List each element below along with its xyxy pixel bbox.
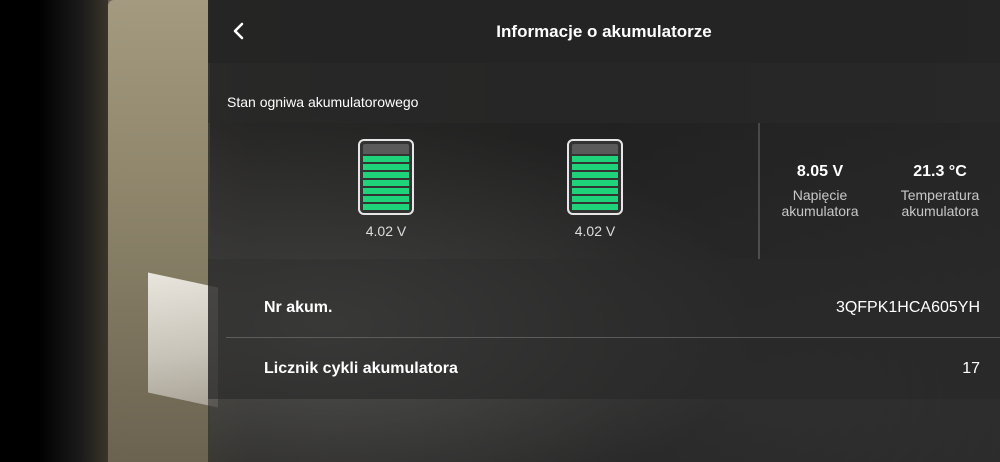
bottom-area — [208, 399, 1000, 462]
temperature-label: Temperatura akumulatora — [900, 187, 980, 219]
battery-cap — [572, 144, 618, 154]
battery-bar — [363, 156, 409, 162]
battery-bar — [363, 196, 409, 202]
cell-voltage: 4.02 V — [365, 223, 407, 239]
chevron-left-icon — [233, 22, 244, 40]
camera-left-wall — [108, 0, 210, 462]
voltage-stat: 8.05 V Napięcie akumulatora — [760, 163, 880, 219]
battery-bar — [363, 188, 409, 194]
section-label: Stan ogniwa akumulatorowego — [227, 94, 419, 110]
battery-info-panel: Informacje o akumulatorze Stan ogniwa ak… — [208, 0, 1000, 462]
serial-key: Nr akum. — [264, 299, 333, 316]
battery-cell-1: 4.02 V — [346, 139, 426, 239]
voltage-label: Napięcie akumulatora — [781, 187, 859, 219]
left-screen-edge — [0, 0, 38, 462]
battery-bar — [363, 172, 409, 178]
battery-bar — [572, 172, 618, 178]
battery-bars — [363, 156, 409, 210]
back-button[interactable] — [224, 16, 254, 46]
temperature-value: 21.3 °C — [913, 163, 967, 180]
battery-bar — [363, 164, 409, 170]
left-shade — [38, 0, 108, 462]
serial-row: Nr akum. 3QFPK1HCA605YH — [226, 277, 1000, 339]
battery-bar — [572, 156, 618, 162]
battery-bar — [363, 204, 409, 210]
cycles-key: Licznik cykli akumulatora — [264, 360, 458, 377]
battery-bar — [363, 180, 409, 186]
battery-bar — [572, 196, 618, 202]
page-title: Informacje o akumulatorze — [496, 22, 712, 41]
panel-header: Informacje o akumulatorze — [208, 0, 1000, 63]
battery-cell-icon — [358, 139, 414, 215]
battery-bar — [572, 164, 618, 170]
battery-bar — [572, 188, 618, 194]
battery-bar — [572, 180, 618, 186]
stats-area: 8.05 V Napięcie akumulatora 21.3 °C Temp… — [760, 123, 1000, 259]
temperature-stat: 21.3 °C Temperatura akumulatora — [880, 163, 1000, 219]
cycles-row: Licznik cykli akumulatora 17 — [226, 338, 1000, 400]
battery-bar — [572, 204, 618, 210]
section-header-bar — [208, 63, 1000, 123]
battery-cap — [363, 144, 409, 154]
voltage-value: 8.05 V — [796, 163, 844, 180]
battery-bars — [572, 156, 618, 210]
cycles-value: 17 — [962, 360, 980, 377]
battery-cell-2: 4.02 V — [555, 139, 635, 239]
serial-value: 3QFPK1HCA605YH — [835, 299, 980, 316]
battery-cell-icon — [567, 139, 623, 215]
cells-area: 4.02 V 4.02 V — [208, 123, 758, 259]
cell-voltage: 4.02 V — [574, 223, 616, 239]
